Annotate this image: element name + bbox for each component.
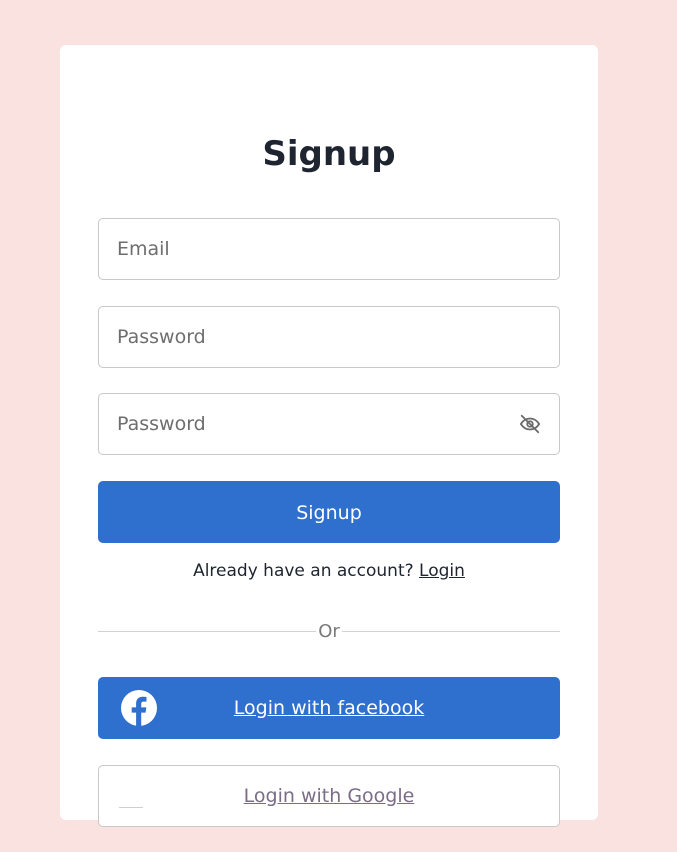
password-field[interactable]: [98, 306, 560, 368]
login-google-button[interactable]: Login with Google: [98, 765, 560, 827]
google-button-label: Login with Google: [243, 785, 415, 807]
divider-label: Or: [60, 620, 598, 644]
confirm-password-field[interactable]: [98, 393, 560, 455]
login-prompt-text: Already have an account?: [193, 561, 420, 581]
login-prompt: Already have an account? Login: [60, 559, 598, 583]
eye-off-icon[interactable]: [519, 413, 541, 435]
password-input[interactable]: [117, 307, 507, 367]
facebook-button-label: Login with facebook: [233, 697, 425, 719]
signup-button[interactable]: Signup: [98, 481, 560, 543]
page-title: Signup: [262, 134, 396, 174]
confirm-password-input[interactable]: [117, 394, 507, 454]
login-facebook-button[interactable]: Login with facebook: [98, 677, 560, 739]
signup-card: Signup Signup Already have an account? L…: [60, 45, 598, 827]
login-link[interactable]: Login: [419, 561, 465, 581]
or-text: Or: [316, 621, 342, 642]
email-input[interactable]: [117, 219, 507, 279]
email-field[interactable]: [98, 218, 560, 280]
